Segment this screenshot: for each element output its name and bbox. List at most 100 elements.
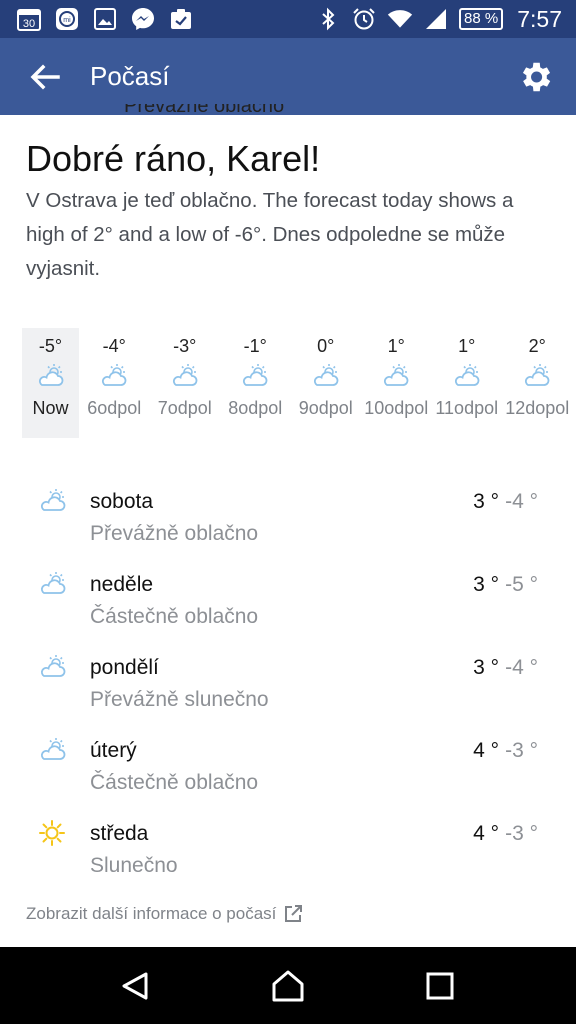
partly-cloudy-icon bbox=[311, 363, 341, 389]
day-condition: Slunečno bbox=[90, 854, 178, 877]
hourly-item[interactable]: 2° 12dopol bbox=[502, 328, 573, 438]
app-bar: Počasí bbox=[0, 38, 576, 115]
day-temps: 3 ° -4 ° bbox=[473, 656, 538, 680]
partly-cloudy-icon bbox=[99, 363, 129, 389]
tasks-icon bbox=[168, 7, 194, 31]
low-temp: -5 ° bbox=[505, 573, 538, 596]
low-temp: -4 ° bbox=[505, 490, 538, 513]
hourly-time-label: 10odpol bbox=[364, 398, 429, 418]
hourly-time-label: Now bbox=[32, 398, 69, 418]
day-condition: Převážně slunečno bbox=[90, 688, 269, 711]
day-temps: 4 ° -3 ° bbox=[473, 739, 538, 763]
svg-text:mi: mi bbox=[63, 17, 71, 24]
partly-cloudy-icon bbox=[170, 363, 200, 389]
hourly-time-label: 7odpol bbox=[157, 398, 212, 418]
day-name: středa bbox=[90, 822, 149, 845]
external-link-icon bbox=[285, 905, 303, 922]
hourly-item[interactable]: 0° 9odpol bbox=[291, 328, 362, 438]
cut-off-heading: Převážně oblačno bbox=[124, 104, 285, 117]
hourly-temp: -3° bbox=[173, 336, 197, 356]
more-weather-label: Zobrazit další informace o počasí bbox=[26, 904, 277, 923]
partly-cloudy-icon bbox=[38, 571, 66, 597]
high-temp: 4 ° bbox=[473, 822, 500, 845]
hourly-temp: -4° bbox=[102, 336, 126, 356]
hourly-forecast[interactable]: -5° Now -4° 6odpol -3° 7odpol -1° 8odpol 0° … bbox=[22, 328, 573, 438]
hourly-item[interactable]: 1° 10odpol bbox=[361, 328, 432, 438]
hourly-time-label: 8odpol bbox=[228, 398, 283, 418]
day-condition: Částečně oblačno bbox=[90, 605, 259, 628]
hourly-time-label: 9odpol bbox=[298, 398, 353, 418]
wifi-icon bbox=[387, 7, 413, 31]
high-temp: 3 ° bbox=[473, 490, 500, 513]
alarm-icon bbox=[351, 7, 377, 31]
partly-cloudy-icon bbox=[240, 363, 270, 389]
hourly-temp: 1° bbox=[458, 336, 476, 356]
low-temp: -4 ° bbox=[505, 656, 538, 679]
bluetooth-icon bbox=[315, 7, 341, 31]
partly-cloudy-icon bbox=[38, 737, 66, 763]
navigation-bar bbox=[0, 947, 576, 1024]
day-name: neděle bbox=[90, 573, 154, 596]
day-name: úterý bbox=[90, 739, 137, 762]
day-temps: 3 ° -5 ° bbox=[473, 573, 538, 597]
hourly-temp: 0° bbox=[317, 336, 335, 356]
mi-fit-icon: mi bbox=[54, 7, 80, 31]
day-condition: Převážně oblačno bbox=[90, 522, 259, 545]
recents-nav-button[interactable] bbox=[418, 964, 462, 1008]
settings-button[interactable] bbox=[516, 58, 554, 96]
hourly-time-label: 6odpol bbox=[87, 398, 142, 418]
partly-cloudy-icon bbox=[36, 363, 66, 389]
high-temp: 3 ° bbox=[473, 573, 500, 596]
day-temps: 4 ° -3 ° bbox=[473, 822, 538, 846]
back-nav-button[interactable] bbox=[114, 964, 158, 1008]
recents-square-icon bbox=[426, 972, 454, 999]
hourly-time-label: 11odpol bbox=[435, 398, 499, 418]
partly-cloudy-icon bbox=[381, 363, 411, 389]
page-title: Počasí bbox=[90, 61, 170, 91]
daily-row[interactable]: sobota Převážně oblačno 3 ° -4 ° bbox=[0, 478, 576, 561]
hourly-item[interactable]: -3° 7odpol bbox=[150, 328, 221, 438]
hourly-temp: -1° bbox=[243, 336, 267, 356]
high-temp: 3 ° bbox=[473, 656, 500, 679]
low-temp: -3 ° bbox=[505, 739, 538, 762]
hourly-item[interactable]: -5° Now bbox=[22, 328, 79, 438]
weather-summary: V Ostrava je teď oblačno. The forecast t… bbox=[26, 189, 514, 280]
hourly-temp: 1° bbox=[387, 336, 405, 356]
daily-row[interactable]: středa Slunečno 4 ° -3 ° bbox=[0, 810, 576, 893]
low-temp: -3 ° bbox=[505, 822, 538, 845]
daily-row[interactable]: pondělí Převážně slunečno 3 ° -4 ° bbox=[0, 644, 576, 727]
hourly-time-label: 12dopol bbox=[505, 398, 570, 418]
clock: 7:57 bbox=[517, 5, 562, 32]
home-nav-button[interactable] bbox=[266, 964, 310, 1008]
hourly-item[interactable]: 1° 11odpol bbox=[432, 328, 503, 438]
sun-icon bbox=[38, 820, 66, 846]
partly-sunny-icon bbox=[522, 363, 552, 389]
back-triangle-icon bbox=[122, 972, 148, 999]
partly-sunny-icon bbox=[452, 363, 482, 389]
day-name: pondělí bbox=[90, 656, 159, 679]
battery-indicator: 88 % bbox=[459, 8, 504, 30]
hourly-temp: -5° bbox=[38, 336, 63, 356]
greeting-heading: Dobré ráno, Karel! bbox=[26, 138, 321, 179]
signal-icon bbox=[423, 7, 449, 31]
back-arrow-icon bbox=[30, 64, 60, 89]
day-name: sobota bbox=[90, 490, 154, 513]
daily-forecast: sobota Převážně oblačno 3 ° -4 ° neděle Č… bbox=[0, 478, 576, 893]
high-temp: 4 ° bbox=[473, 739, 500, 762]
partly-cloudy-icon bbox=[38, 488, 66, 514]
status-bar: 30 mi 88 % 7:57 bbox=[0, 0, 576, 38]
hourly-temp: 2° bbox=[528, 336, 546, 356]
hourly-item[interactable]: -4° 6odpol bbox=[79, 328, 150, 438]
back-button[interactable] bbox=[0, 38, 90, 115]
hourly-item[interactable]: -1° 8odpol bbox=[220, 328, 291, 438]
gear-icon bbox=[522, 62, 551, 92]
calendar-icon: 30 bbox=[16, 7, 42, 31]
daily-row[interactable]: neděle Částečně oblačno 3 ° -5 ° bbox=[0, 561, 576, 644]
daily-row[interactable]: úterý Částečně oblačno 4 ° -3 ° bbox=[0, 727, 576, 810]
gallery-icon bbox=[92, 7, 118, 31]
day-condition: Částečně oblačno bbox=[90, 771, 259, 794]
messenger-icon bbox=[130, 7, 156, 31]
svg-text:30: 30 bbox=[23, 18, 35, 30]
more-weather-link[interactable]: Zobrazit další informace o počasí bbox=[26, 904, 303, 924]
home-icon bbox=[272, 970, 304, 1001]
